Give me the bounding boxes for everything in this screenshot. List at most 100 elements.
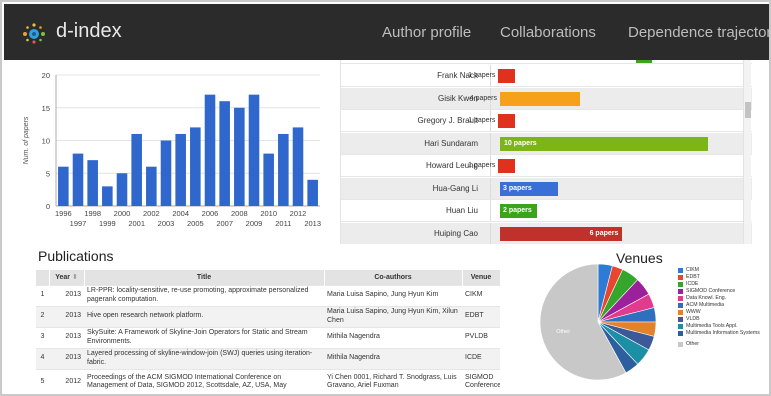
dots-logo-icon bbox=[23, 23, 45, 44]
venues-pie-chart: Other bbox=[539, 263, 657, 381]
top-navbar: d-index Author profile Collaborations De… bbox=[4, 4, 769, 60]
legend-swatch bbox=[678, 275, 683, 280]
bar-2013 bbox=[307, 179, 318, 206]
legend-item[interactable]: Other bbox=[678, 341, 769, 348]
legend-item[interactable]: Multimedia Tools Appl. bbox=[678, 323, 769, 330]
x-tick-label: 1999 bbox=[99, 219, 116, 228]
table-row[interactable]: 2 2013 Hive open research network platfo… bbox=[36, 305, 500, 327]
row-title: Hive open research network platform. bbox=[84, 305, 324, 327]
collaborators-scrollbar[interactable] bbox=[743, 60, 751, 244]
col-header-year[interactable]: Year ⬍ bbox=[49, 270, 85, 285]
col-header-venue[interactable]: Venue bbox=[462, 270, 501, 285]
row-year: 2012 bbox=[49, 368, 84, 394]
row-index: 4 bbox=[36, 347, 49, 369]
collab-bar[interactable] bbox=[500, 91, 580, 106]
x-tick-label: 2001 bbox=[128, 219, 145, 228]
collab-bar-partial bbox=[636, 60, 652, 63]
table-header-row: Year ⬍ Title Co-authors Venue bbox=[36, 270, 501, 285]
collab-bar[interactable] bbox=[498, 69, 516, 83]
collab-row[interactable]: Hari Sundaram 10 papers bbox=[341, 132, 752, 155]
legend-item[interactable]: ICDE bbox=[678, 281, 769, 288]
row-venue: CIKM bbox=[462, 284, 500, 306]
x-tick-label: 2004 bbox=[172, 209, 189, 218]
col-header-title[interactable]: Title bbox=[84, 270, 325, 285]
bar-2010 bbox=[263, 153, 274, 206]
legend-item[interactable]: ACM Multimedia bbox=[678, 302, 769, 309]
collab-name: Gisik Kwon bbox=[341, 87, 491, 109]
bar-2008 bbox=[234, 107, 245, 206]
collab-row[interactable]: Gregory J. Brault 1 papers bbox=[341, 110, 752, 132]
row-index: 1 bbox=[36, 284, 49, 306]
row-coauthors: Mithila Nagendra bbox=[324, 347, 462, 369]
bar-2006 bbox=[204, 94, 216, 206]
x-tick-label: 2013 bbox=[304, 219, 321, 228]
legend-swatch bbox=[678, 282, 683, 287]
collab-bar-label: 2 papers bbox=[503, 207, 532, 214]
legend-item[interactable]: SIGMOD Conference bbox=[678, 288, 769, 295]
x-tick-label: 2006 bbox=[202, 209, 219, 218]
legend-item[interactable]: EDBT bbox=[678, 274, 769, 281]
y-axis-label: Num. of papers bbox=[23, 116, 30, 164]
nav-author-profile[interactable]: Author profile bbox=[382, 24, 471, 41]
legend-swatch bbox=[678, 342, 683, 347]
collab-row[interactable]: Gisik Kwon 4 papers bbox=[341, 87, 752, 110]
row-title: Proceedings of the ACM SIGMOD Internatio… bbox=[84, 368, 324, 394]
nav-dependence-trajectory[interactable]: Dependence trajectory bbox=[628, 24, 769, 41]
bar-2004 bbox=[175, 133, 186, 206]
row-index: 5 bbox=[36, 368, 49, 394]
sort-icon: ⬍ bbox=[71, 274, 78, 282]
row-venue: ICDE bbox=[462, 347, 500, 369]
venues-legend: CIKM EDBT ICDE SIGMOD Conference Data Knowl.… bbox=[678, 267, 769, 348]
row-index: 3 bbox=[36, 326, 49, 348]
y-tick-label: 20 bbox=[42, 71, 50, 80]
row-venue: PVLDB bbox=[462, 326, 500, 348]
col-header-coauthors[interactable]: Co-authors bbox=[324, 270, 463, 285]
collab-row[interactable]: Frank Nack 1 papers bbox=[341, 65, 752, 87]
collab-row[interactable]: Huan Liu 2 papers bbox=[341, 200, 752, 222]
y-tick-label: 15 bbox=[42, 104, 50, 113]
legend-item[interactable]: Multimedia Information Systems bbox=[678, 330, 769, 341]
x-tick-label: 2002 bbox=[143, 209, 160, 218]
collab-name: Hua-Gang Li bbox=[341, 177, 491, 199]
x-tick-label: 1996 bbox=[55, 209, 72, 218]
legend-swatch bbox=[678, 303, 683, 308]
nav-collaborations[interactable]: Collaborations bbox=[500, 24, 596, 41]
row-year: 2013 bbox=[49, 284, 84, 306]
table-row[interactable]: 3 2013 SkySuite: A Framework of Skyline-… bbox=[36, 326, 500, 348]
x-tick-label: 2003 bbox=[158, 219, 175, 228]
collab-bar[interactable] bbox=[498, 114, 516, 128]
col-header-index bbox=[36, 270, 50, 285]
legend-label: VLDB bbox=[686, 316, 700, 322]
legend-swatch bbox=[678, 268, 683, 273]
collab-bar-label: 1 papers bbox=[468, 162, 496, 169]
row-venue: SIGMOD Conference bbox=[462, 368, 500, 394]
legend-item[interactable]: WWW bbox=[678, 309, 769, 316]
table-row[interactable]: 5 2012 Proceedings of the ACM SIGMOD Int… bbox=[36, 368, 500, 394]
app-window: d-index Author profile Collaborations De… bbox=[0, 0, 771, 396]
legend-label: Data Knowl. Eng. bbox=[686, 295, 727, 301]
collab-row[interactable]: Howard Leung 1 papers bbox=[341, 155, 752, 177]
legend-label: ACM Multimedia bbox=[686, 302, 725, 308]
row-title: SkySuite: A Framework of Skyline-Join Op… bbox=[84, 326, 324, 348]
bar-2012 bbox=[292, 127, 304, 206]
collab-row-partial bbox=[341, 60, 752, 64]
row-year: 2013 bbox=[49, 326, 84, 348]
collab-row[interactable]: Huiping Cao 6 papers bbox=[341, 222, 752, 244]
x-tick-label: 1998 bbox=[84, 209, 101, 218]
bar-2007 bbox=[219, 101, 230, 206]
collab-row[interactable]: Hua-Gang Li 3 papers bbox=[341, 177, 752, 200]
legend-item[interactable]: CIKM bbox=[678, 267, 769, 274]
row-venue: EDBT bbox=[462, 305, 500, 327]
collab-bar[interactable] bbox=[498, 159, 516, 173]
table-row[interactable]: 4 2013 Layered processing of skyline-win… bbox=[36, 347, 500, 369]
app-title[interactable]: d-index bbox=[56, 20, 122, 43]
y-tick-label: 0 bbox=[46, 202, 50, 211]
legend-item[interactable]: VLDB bbox=[678, 316, 769, 323]
scrollbar-thumb[interactable] bbox=[745, 102, 751, 118]
table-row[interactable]: 1 2013 LR-PPR: locality-sensitive, re-us… bbox=[36, 284, 500, 306]
bar-2011 bbox=[278, 133, 289, 206]
x-tick-label: 2005 bbox=[187, 219, 204, 228]
legend-item[interactable]: Data Knowl. Eng. bbox=[678, 295, 769, 302]
x-tick-label: 2000 bbox=[114, 209, 131, 218]
collab-bar-label: 6 papers bbox=[589, 229, 619, 237]
